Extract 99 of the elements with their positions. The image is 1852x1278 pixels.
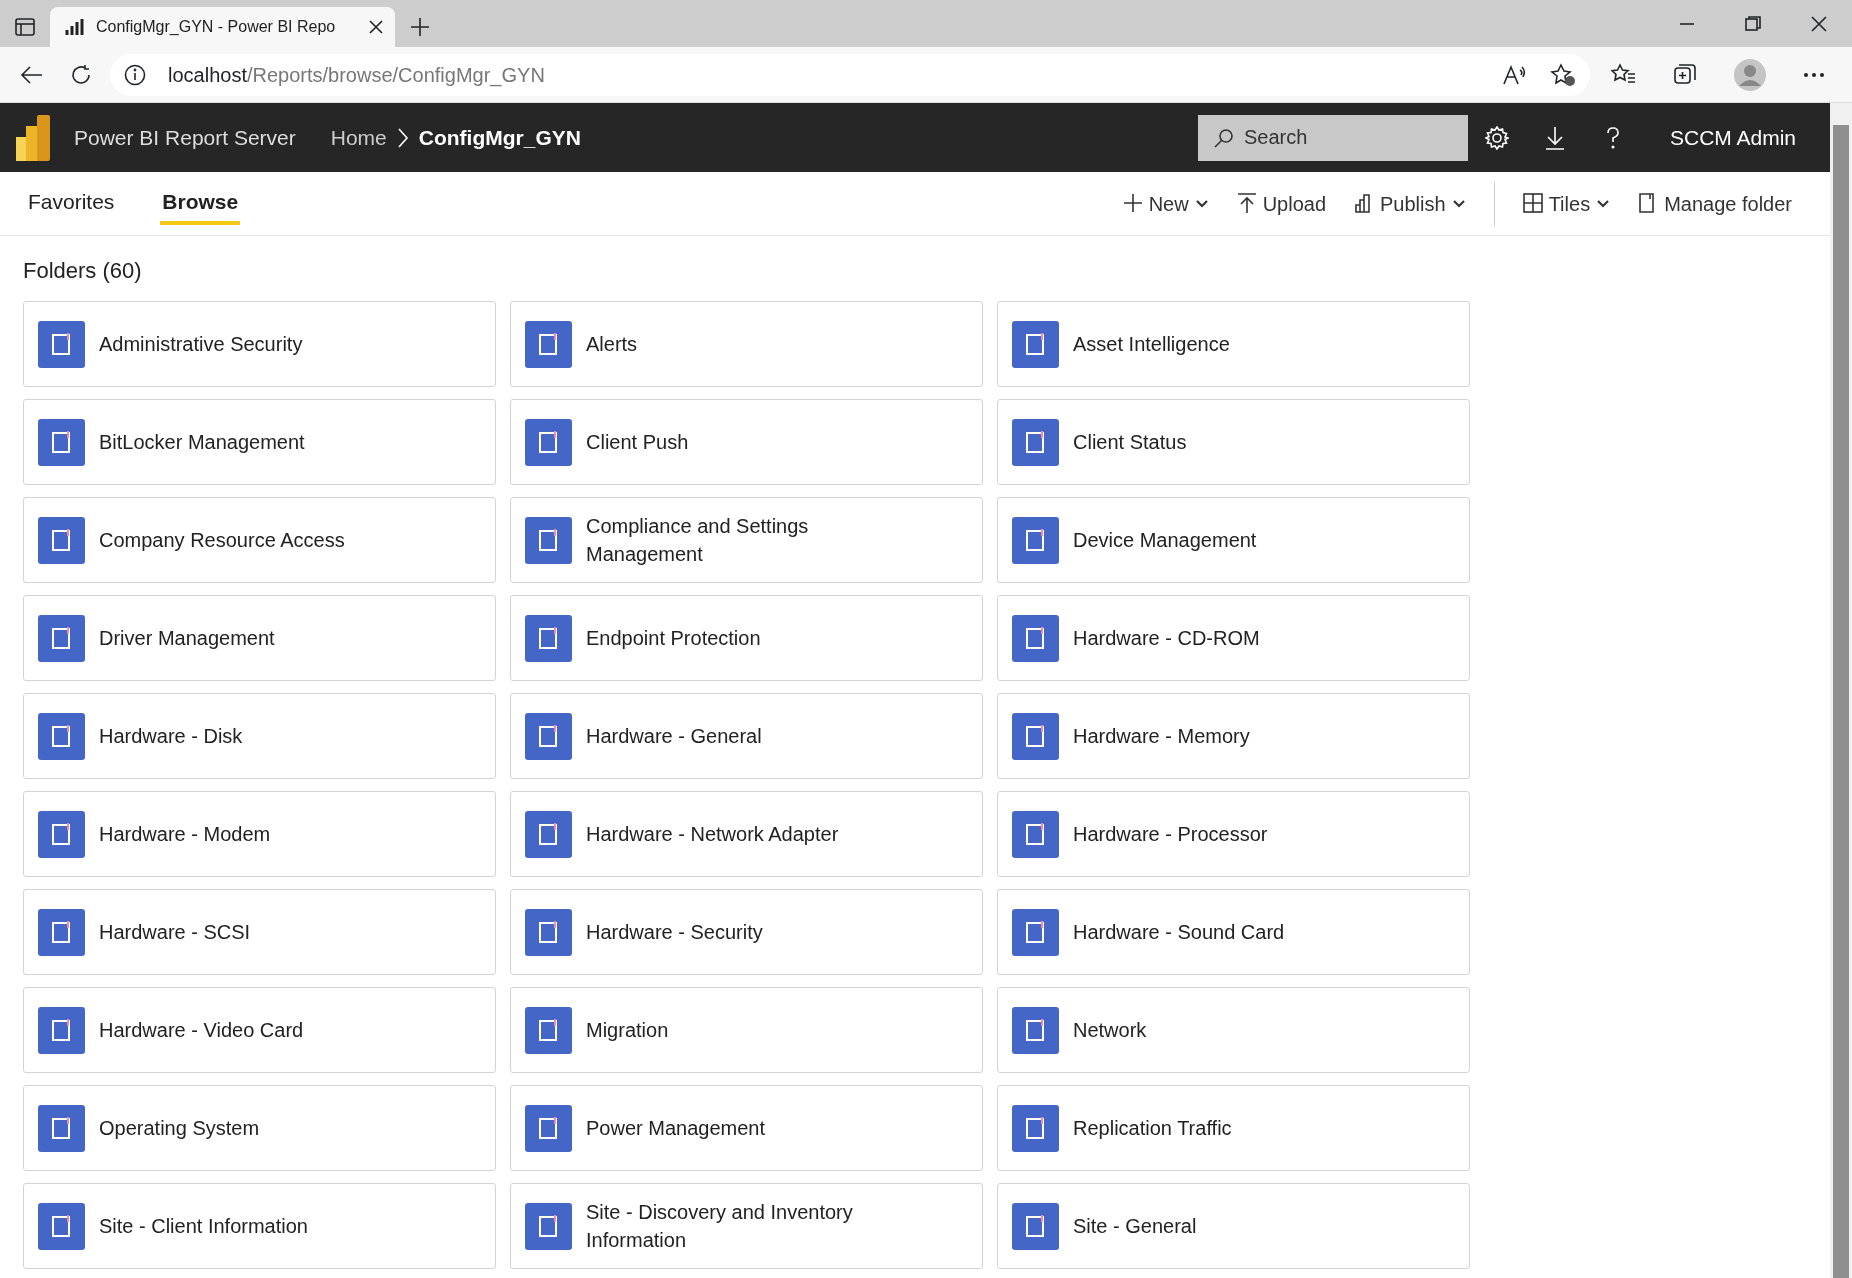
read-aloud-icon[interactable] xyxy=(1502,63,1526,86)
scrollbar[interactable] xyxy=(1830,103,1852,1278)
folder-icon xyxy=(1012,810,1059,858)
toolbar-button[interactable]: Manage folder xyxy=(1624,188,1806,219)
folder-icon xyxy=(38,320,85,368)
toolbar-button[interactable]: Upload xyxy=(1222,188,1341,219)
folder-tile[interactable]: Client Push xyxy=(510,399,983,485)
folder-tile[interactable]: Network xyxy=(997,987,1470,1073)
folder-tile[interactable]: Asset Intelligence xyxy=(997,301,1470,387)
chevron-right-icon xyxy=(396,126,409,149)
folder-icon xyxy=(525,320,572,368)
folder-tile[interactable]: Company Resource Access xyxy=(23,497,496,583)
folder-tile[interactable]: Replication Traffic xyxy=(997,1085,1470,1171)
toolbar-button[interactable]: Tiles xyxy=(1508,188,1625,219)
folder-icon xyxy=(525,516,572,564)
folder-icon xyxy=(38,908,85,956)
folder-icon xyxy=(1012,1202,1059,1250)
app-name: Power BI Report Server xyxy=(74,124,296,151)
folder-tile[interactable]: Device Management xyxy=(997,497,1470,583)
info-icon xyxy=(124,63,146,86)
breadcrumb-link[interactable]: Home xyxy=(330,121,387,154)
folder-tile[interactable]: Hardware - CD-ROM xyxy=(997,595,1470,681)
folder-icon xyxy=(525,1006,572,1054)
folder-tile[interactable]: Hardware - Video Card xyxy=(23,987,496,1073)
folder-icon xyxy=(525,1202,572,1250)
folder-tile[interactable]: Hardware - Security xyxy=(510,889,983,975)
folder-tile[interactable]: Site - Discovery and Inventory Information xyxy=(510,1183,983,1269)
folder-icon xyxy=(1012,908,1059,956)
folder-icon xyxy=(525,614,572,662)
star-add-icon[interactable] xyxy=(1550,62,1576,87)
folder-icon xyxy=(38,614,85,662)
folder-icon xyxy=(525,908,572,956)
folder-tile[interactable]: Hardware - Disk xyxy=(23,693,496,779)
folder-icon xyxy=(1012,1104,1059,1152)
folder-tile[interactable]: Site - Client Information xyxy=(23,1183,496,1269)
close-icon[interactable] xyxy=(1810,14,1828,33)
folder-icon xyxy=(1012,418,1059,466)
folder-tile[interactable]: Migration xyxy=(510,987,983,1073)
breadcrumb-link[interactable]: ConfigMgr_GYN xyxy=(418,121,581,154)
browser-tab[interactable]: ConfigMgr_GYN - Power BI Repo xyxy=(50,7,395,47)
logo-icon xyxy=(16,114,50,161)
tab-title: ConfigMgr_GYN - Power BI Repo xyxy=(96,17,337,37)
plus-icon xyxy=(1122,193,1143,214)
folder-tile[interactable]: Driver Management xyxy=(23,595,496,681)
upload-icon xyxy=(1236,193,1257,214)
section-title: Folders (60) xyxy=(23,257,143,285)
sidebar-icon[interactable] xyxy=(15,18,35,36)
toolbar-button[interactable]: Publish xyxy=(1340,188,1480,219)
toolbar-button[interactable]: New xyxy=(1108,188,1223,219)
folder-icon xyxy=(38,712,85,760)
nav-tab[interactable]: Favorites xyxy=(26,181,117,226)
nav-tab[interactable]: Browse xyxy=(160,181,241,226)
back-icon[interactable] xyxy=(20,63,44,86)
folder-tile[interactable]: Hardware - Processor xyxy=(997,791,1470,877)
folder-icon xyxy=(1012,516,1059,564)
folder-icon xyxy=(1012,320,1059,368)
folder-icon xyxy=(38,1104,85,1152)
folder-tile[interactable]: Hardware - Sound Card xyxy=(997,889,1470,975)
url-host: localhost xyxy=(168,63,247,86)
folder-tile[interactable]: BitLocker Management xyxy=(23,399,496,485)
more-icon[interactable] xyxy=(1803,71,1825,78)
folder-tile[interactable]: Hardware - Memory xyxy=(997,693,1470,779)
folder-tile[interactable]: Hardware - SCSI xyxy=(23,889,496,975)
folder-icon xyxy=(38,516,85,564)
folder-tile[interactable]: Hardware - General xyxy=(510,693,983,779)
settings-icon[interactable] xyxy=(1484,125,1509,150)
folder-icon xyxy=(1012,1006,1059,1054)
collections-icon[interactable] xyxy=(1673,62,1699,87)
avatar-icon[interactable] xyxy=(1734,58,1766,91)
folder-tile[interactable]: Site - General xyxy=(997,1183,1470,1269)
folder-icon xyxy=(525,712,572,760)
folder-tile[interactable]: Client Status xyxy=(997,399,1470,485)
user-menu[interactable]: SCCM Admin xyxy=(1663,120,1802,155)
folder-icon xyxy=(38,1006,85,1054)
folder-icon xyxy=(38,1202,85,1250)
grid-icon xyxy=(1522,193,1543,214)
folder-icon xyxy=(1012,614,1059,662)
url-path: /Reports/browse/ConfigMgr_GYN xyxy=(246,63,545,86)
folder-icon xyxy=(1012,712,1059,760)
restore-icon[interactable] xyxy=(1744,14,1762,33)
folder-tile[interactable]: Endpoint Protection xyxy=(510,595,983,681)
address-bar[interactable]: localhost/Reports/browse/ConfigMgr_GYN xyxy=(110,53,1590,96)
search-icon xyxy=(1213,127,1234,148)
folder-tile[interactable]: Compliance and Settings Management xyxy=(510,497,983,583)
folder-icon xyxy=(38,810,85,858)
close-icon[interactable] xyxy=(369,20,383,34)
bar-chart-icon xyxy=(64,18,84,36)
folder-tile[interactable]: Operating System xyxy=(23,1085,496,1171)
folder-tile[interactable]: Administrative Security xyxy=(23,301,496,387)
folder-icon xyxy=(525,810,572,858)
folder-tile[interactable]: Hardware - Network Adapter xyxy=(510,791,983,877)
folder-icon xyxy=(525,418,572,466)
folder-tile[interactable]: Hardware - Modem xyxy=(23,791,496,877)
plus-icon[interactable] xyxy=(410,17,430,37)
folder-icon xyxy=(38,418,85,466)
search-field[interactable]: Search xyxy=(1197,114,1468,161)
folder-tile[interactable]: Alerts xyxy=(510,301,983,387)
folder-tile[interactable]: Power Management xyxy=(510,1085,983,1171)
folder-icon xyxy=(525,1104,572,1152)
